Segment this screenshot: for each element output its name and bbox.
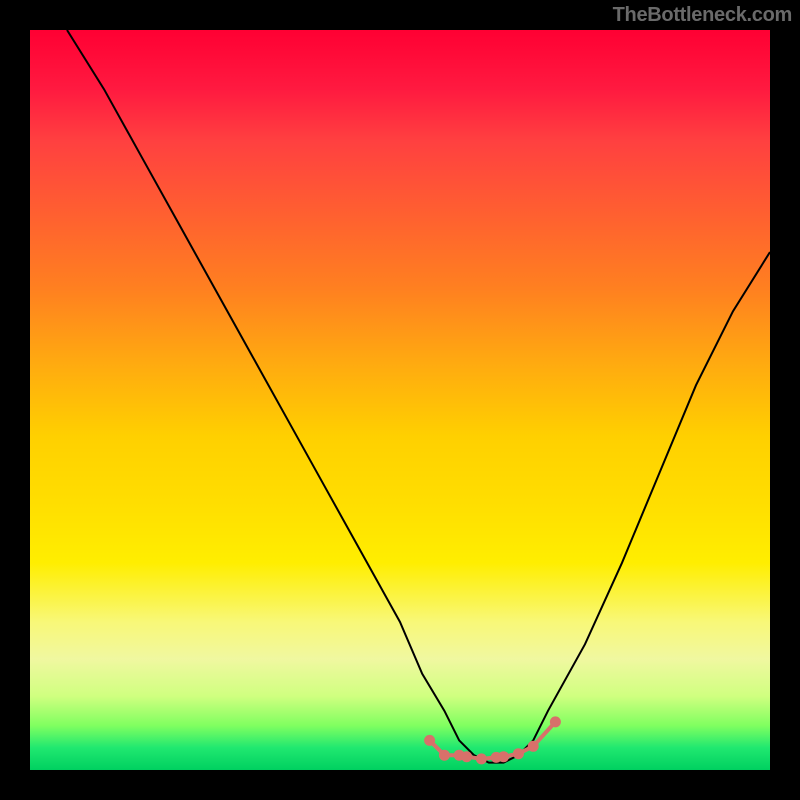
- scatter-point: [461, 751, 472, 762]
- scatter-point: [424, 735, 435, 746]
- chart-svg: [30, 30, 770, 770]
- main-curve: [67, 30, 770, 763]
- scatter-point: [550, 716, 561, 727]
- scatter-point: [476, 753, 487, 764]
- scatter-point: [513, 748, 524, 759]
- scatter-point: [498, 751, 509, 762]
- scatter-point: [439, 750, 450, 761]
- scatter-points: [424, 716, 561, 764]
- watermark-text: TheBottleneck.com: [613, 4, 792, 27]
- plot-area: [30, 30, 770, 770]
- scatter-point: [528, 741, 539, 752]
- chart-container: TheBottleneck.com: [0, 0, 800, 800]
